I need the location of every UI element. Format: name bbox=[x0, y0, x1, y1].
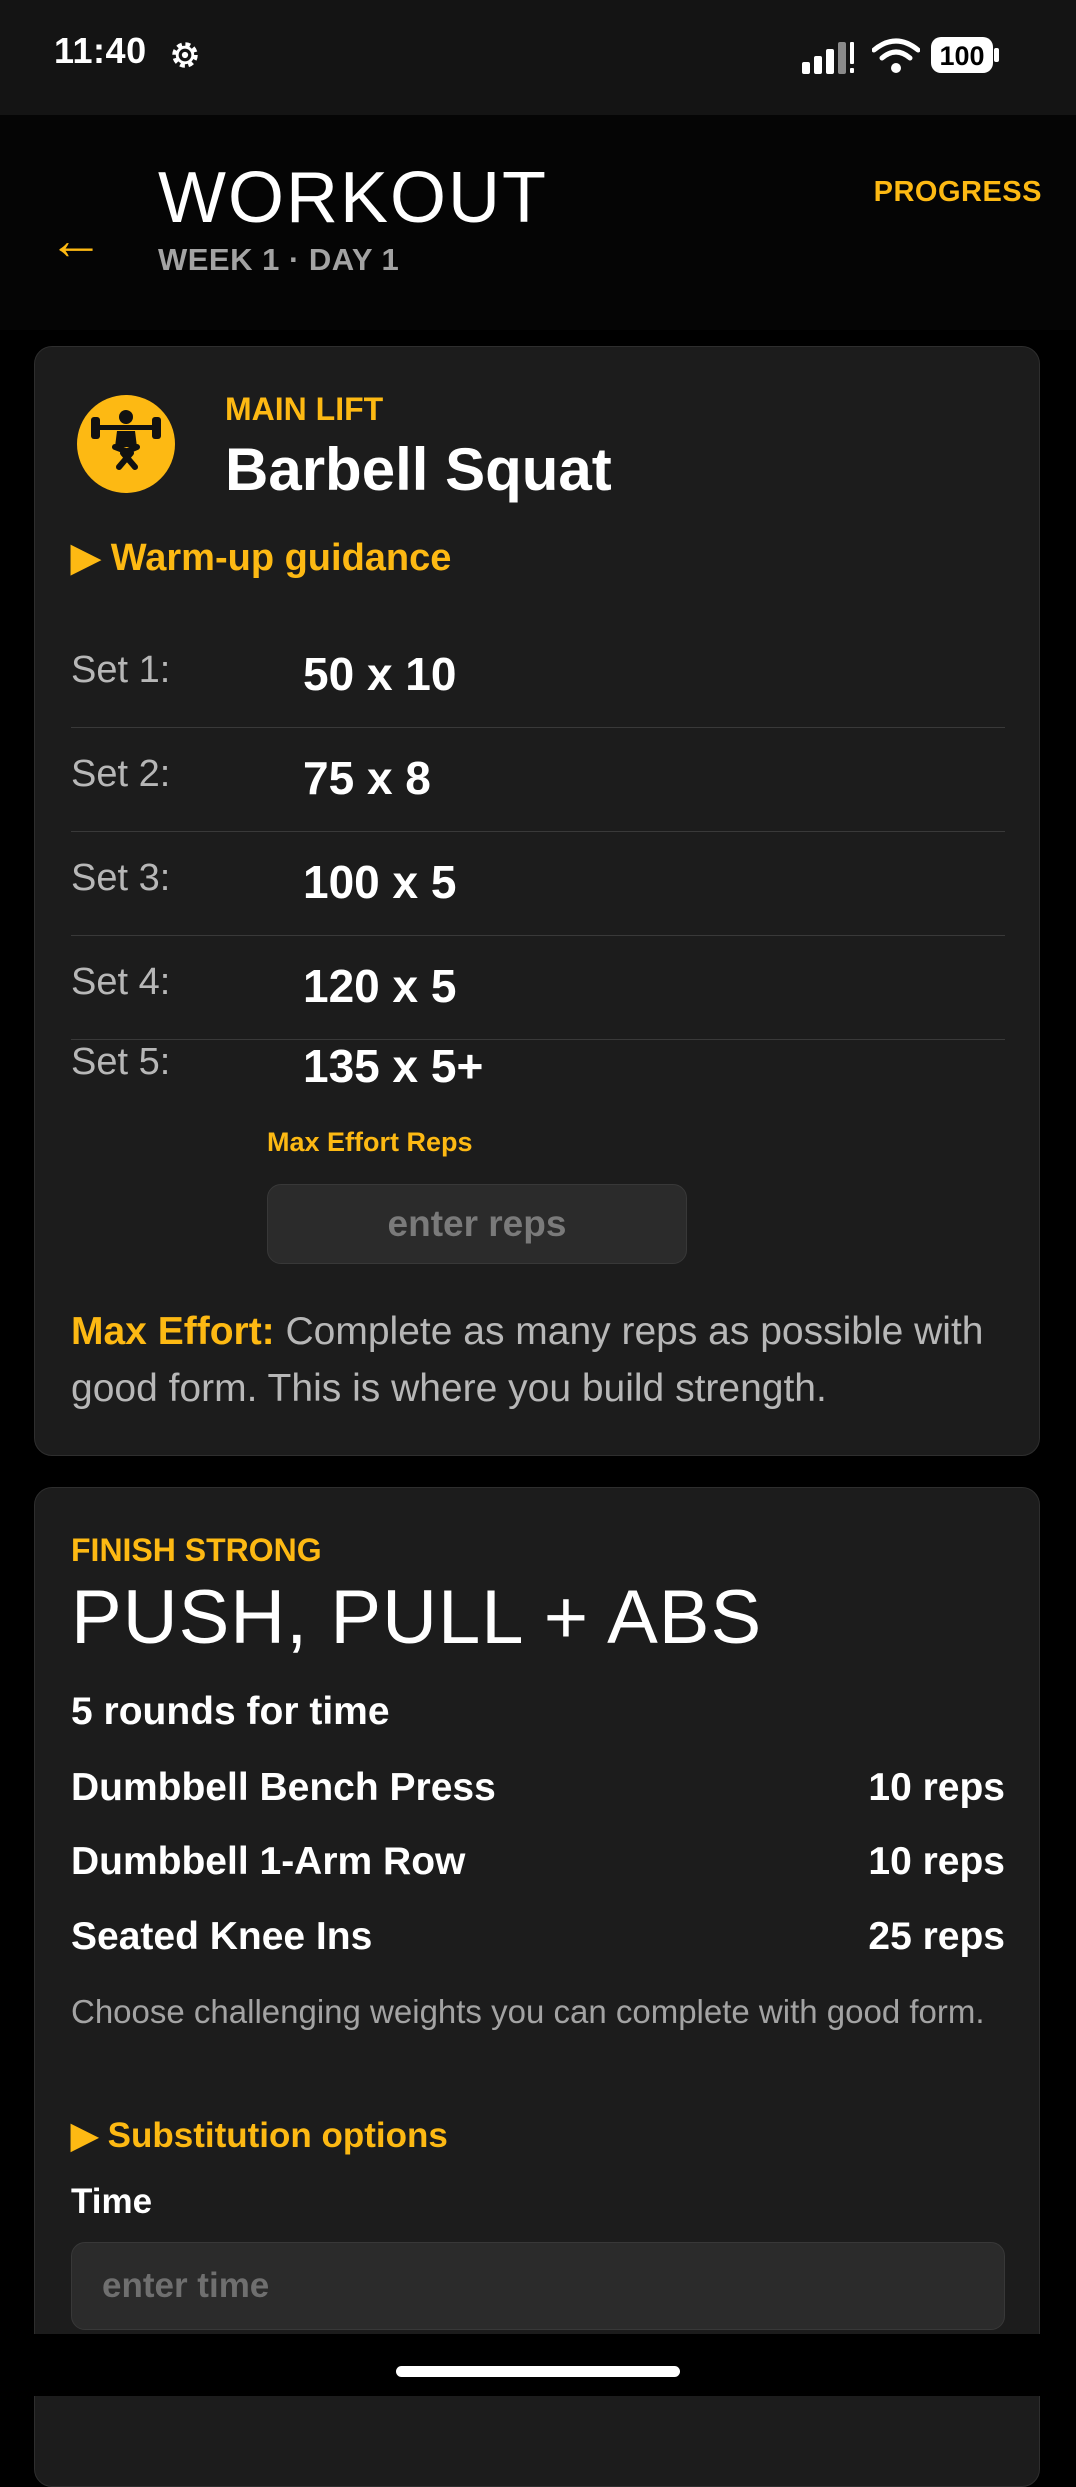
main-lift-card: MAIN LIFT Barbell Squat ▶ Warm-up guidan… bbox=[34, 346, 1040, 1456]
set-value: 135 x 5+ bbox=[303, 1040, 484, 1092]
progress-button[interactable]: PROGRESS bbox=[874, 176, 1042, 209]
warmup-guidance-toggle[interactable]: ▶ Warm-up guidance bbox=[71, 535, 451, 580]
finish-note: Choose challenging weights you can compl… bbox=[71, 1993, 985, 2030]
main-lift-label: MAIN LIFT bbox=[225, 391, 384, 427]
reps-input[interactable] bbox=[267, 1184, 687, 1264]
arrow-left-icon[interactable]: ← bbox=[48, 210, 104, 270]
time-label: Time bbox=[71, 2182, 153, 2221]
time-input[interactable] bbox=[71, 2242, 1005, 2330]
set-row: Set 1: 50 x 10 bbox=[71, 623, 1005, 728]
exercise-reps: 10 reps bbox=[868, 1840, 1005, 1883]
max-effort-title: Max Effort: bbox=[71, 1310, 275, 1353]
status-bar: 11:40 100 bbox=[0, 0, 1076, 115]
set-label: Set 5: bbox=[71, 1041, 171, 1083]
substitution-options-toggle[interactable]: ▶ Substitution options bbox=[71, 2116, 448, 2156]
max-effort-description: Max Effort: Complete as many reps as pos… bbox=[71, 1303, 1011, 1417]
set-label: Set 2: bbox=[71, 753, 171, 795]
exercise-reps: 10 reps bbox=[868, 1766, 1005, 1809]
exercise-name: Dumbbell Bench Press bbox=[71, 1766, 496, 1809]
exercise-name: Seated Knee Ins bbox=[71, 1915, 373, 1958]
home-indicator[interactable] bbox=[396, 2366, 680, 2377]
home-indicator-area bbox=[0, 2334, 1076, 2396]
rounds-text: 5 rounds for time bbox=[71, 1690, 390, 1733]
set-label: Set 3: bbox=[71, 857, 171, 899]
battery-level: 100 bbox=[939, 41, 984, 71]
page-subtitle: WEEK 1 · DAY 1 bbox=[158, 242, 400, 277]
set-row: Set 5: 135 x 5+ bbox=[71, 1015, 1005, 1119]
exercise-row: Dumbbell 1-Arm Row 10 reps bbox=[71, 1840, 1005, 1900]
finish-label: FINISH STRONG bbox=[71, 1532, 322, 1568]
status-time: 11:40 bbox=[54, 30, 147, 71]
set-value: 100 x 5 bbox=[303, 856, 457, 908]
signal-icon bbox=[802, 42, 854, 74]
gear-icon bbox=[172, 42, 198, 68]
exercise-row: Seated Knee Ins 25 reps bbox=[71, 1915, 1005, 1975]
set-value: 50 x 10 bbox=[303, 648, 457, 700]
page-title: WORKOUT bbox=[158, 158, 548, 238]
finish-title: PUSH, PULL + ABS bbox=[71, 1575, 763, 1660]
exercise-reps: 25 reps bbox=[868, 1915, 1005, 1958]
battery-icon: 100 bbox=[931, 37, 999, 73]
exercise-row: Dumbbell Bench Press 10 reps bbox=[71, 1766, 1005, 1826]
max-effort-reps-label: Max Effort Reps bbox=[267, 1127, 473, 1157]
lift-name: Barbell Squat bbox=[225, 436, 612, 503]
set-value: 120 x 5 bbox=[303, 960, 457, 1012]
set-label: Set 4: bbox=[71, 961, 171, 1003]
set-row: Set 2: 75 x 8 bbox=[71, 727, 1005, 832]
set-label: Set 1: bbox=[71, 649, 171, 691]
set-value: 75 x 8 bbox=[303, 752, 431, 804]
set-row: Set 3: 100 x 5 bbox=[71, 831, 1005, 936]
wifi-icon bbox=[872, 38, 920, 73]
exercise-name: Dumbbell 1-Arm Row bbox=[71, 1840, 466, 1883]
barbell-squat-icon bbox=[77, 395, 175, 493]
